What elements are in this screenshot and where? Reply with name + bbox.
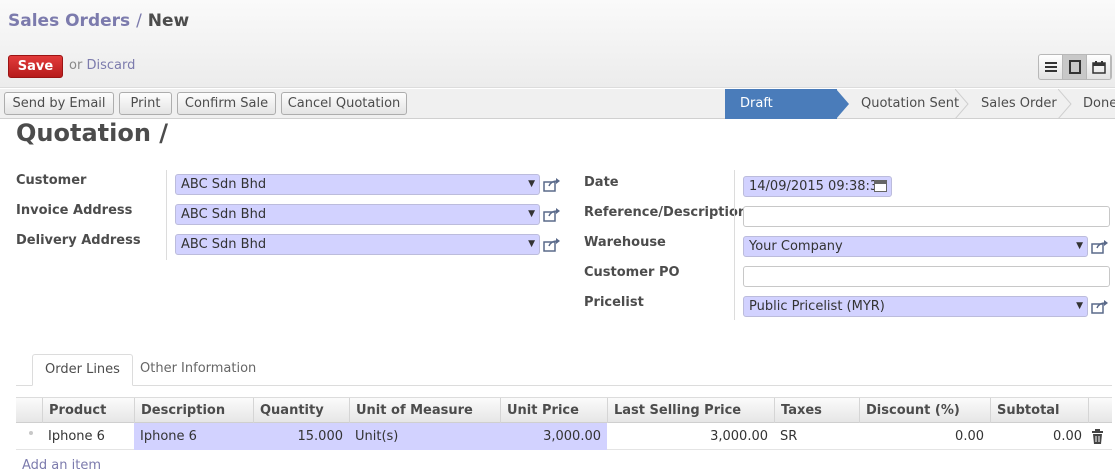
or-label: or	[69, 58, 83, 73]
delivery-address-label: Delivery Address	[16, 233, 141, 248]
send-by-email-button[interactable]: Send by Email	[4, 92, 114, 115]
dropdown-arrow-icon: ▼	[528, 179, 535, 189]
date-value: 14/09/2015 09:38:36	[749, 179, 887, 194]
save-button[interactable]: Save	[8, 55, 63, 78]
stage-separator-icon	[955, 89, 969, 119]
date-label: Date	[584, 175, 619, 190]
column-header-actions	[1088, 398, 1112, 423]
reference-input[interactable]	[743, 206, 1110, 227]
status-bar: Send by Email Print Confirm Sale Cancel …	[0, 89, 1115, 141]
cell-description[interactable]: Iphone 6	[134, 423, 253, 450]
cell-unit-of-measure[interactable]: Unit(s)	[349, 423, 500, 450]
invoice-address-select[interactable]: ABC Sdn Bhd ▼	[175, 204, 540, 225]
column-header-last-selling-price[interactable]: Last Selling Price	[607, 398, 775, 423]
field-divider	[166, 170, 167, 260]
discard-link[interactable]: Discard	[86, 58, 135, 73]
dropdown-arrow-icon: ▼	[1076, 241, 1083, 251]
column-header-subtotal[interactable]: Subtotal	[990, 398, 1088, 423]
dropdown-arrow-icon: ▼	[1076, 301, 1083, 311]
cell-unit-price[interactable]: 3,000.00	[500, 423, 607, 450]
dropdown-arrow-icon: ▼	[528, 209, 535, 219]
stage-sales-order[interactable]: Sales Order	[981, 89, 1057, 119]
delivery-address-select[interactable]: ABC Sdn Bhd ▼	[175, 234, 540, 255]
breadcrumb-current: New	[147, 11, 190, 31]
external-link-icon[interactable]	[543, 208, 560, 222]
warehouse-value: Your Company	[749, 239, 843, 254]
view-switcher	[1038, 54, 1112, 80]
cancel-quotation-button[interactable]: Cancel Quotation	[281, 92, 407, 115]
external-link-icon[interactable]	[1091, 240, 1108, 254]
customer-value: ABC Sdn Bhd	[181, 177, 267, 192]
column-header-discount[interactable]: Discount (%)	[859, 398, 990, 423]
stage-draft-quotation[interactable]: Draft Quotation	[725, 89, 837, 141]
breadcrumb-sales-orders[interactable]: Sales Orders	[8, 11, 130, 31]
list-view-icon[interactable]	[1039, 55, 1063, 79]
customer-po-input[interactable]	[743, 266, 1110, 287]
breadcrumb-separator: /	[136, 11, 142, 31]
dropdown-arrow-icon: ▼	[528, 239, 535, 249]
table-row[interactable]: Iphone 6 Iphone 6 15.000 Unit(s) 3,000.0…	[16, 423, 1112, 450]
column-header-unit-of-measure[interactable]: Unit of Measure	[349, 398, 501, 423]
control-panel: Sales Orders / New Save or Discard	[0, 0, 1115, 88]
pricelist-value: Public Pricelist (MYR)	[749, 299, 885, 314]
pricelist-select[interactable]: Public Pricelist (MYR) ▼	[743, 296, 1088, 317]
table-header: Product Description Quantity Unit of Mea…	[16, 397, 1112, 423]
cell-last-selling-price[interactable]: 3,000.00	[607, 423, 774, 450]
date-input[interactable]: 14/09/2015 09:38:36	[743, 176, 892, 197]
column-header-quantity[interactable]: Quantity	[253, 398, 349, 423]
cell-subtotal[interactable]: 0.00	[990, 423, 1088, 450]
stage-done[interactable]: Done	[1083, 89, 1115, 119]
external-link-icon[interactable]	[543, 238, 560, 252]
cell-product[interactable]: Iphone 6	[42, 423, 134, 450]
external-link-icon[interactable]	[543, 178, 560, 192]
calendar-icon[interactable]	[874, 180, 887, 192]
cell-discount[interactable]: 0.00	[859, 423, 990, 450]
column-header-taxes[interactable]: Taxes	[774, 398, 859, 423]
cell-quantity[interactable]: 15.000	[253, 423, 349, 450]
column-header-unit-price[interactable]: Unit Price	[500, 398, 607, 423]
customer-po-label: Customer PO	[584, 265, 680, 280]
page-title: Quotation /	[16, 119, 169, 147]
customer-label: Customer	[16, 173, 87, 188]
invoice-address-value: ABC Sdn Bhd	[181, 207, 267, 222]
stage-quotation-sent[interactable]: Quotation Sent	[861, 89, 959, 119]
add-item-link[interactable]: Add an item	[22, 458, 101, 473]
column-header-product[interactable]: Product	[42, 398, 135, 423]
warehouse-label: Warehouse	[584, 235, 666, 250]
column-header-description[interactable]: Description	[134, 398, 253, 423]
stage-arrow-active	[836, 89, 849, 119]
discard-group: or Discard	[69, 58, 135, 73]
trash-icon[interactable]	[1091, 429, 1104, 444]
confirm-sale-button[interactable]: Confirm Sale	[177, 92, 276, 115]
pricelist-label: Pricelist	[584, 295, 644, 310]
form-view-icon[interactable]	[1063, 55, 1087, 79]
stage-separator-icon	[1058, 89, 1072, 119]
tab-order-lines[interactable]: Order Lines	[32, 354, 133, 386]
tab-other-information[interactable]: Other Information	[128, 354, 268, 386]
delivery-address-value: ABC Sdn Bhd	[181, 237, 267, 252]
invoice-address-label: Invoice Address	[16, 203, 133, 218]
breadcrumb: Sales Orders / New	[8, 11, 189, 31]
warehouse-select[interactable]: Your Company ▼	[743, 236, 1088, 257]
field-divider	[734, 170, 735, 320]
row-handle-icon[interactable]	[29, 431, 33, 435]
external-link-icon[interactable]	[1091, 300, 1108, 314]
cell-taxes[interactable]: SR	[774, 423, 859, 450]
print-button[interactable]: Print	[119, 92, 172, 115]
customer-select[interactable]: ABC Sdn Bhd ▼	[175, 174, 540, 195]
reference-label: Reference/Description	[584, 205, 748, 220]
calendar-view-icon[interactable]	[1087, 55, 1111, 79]
